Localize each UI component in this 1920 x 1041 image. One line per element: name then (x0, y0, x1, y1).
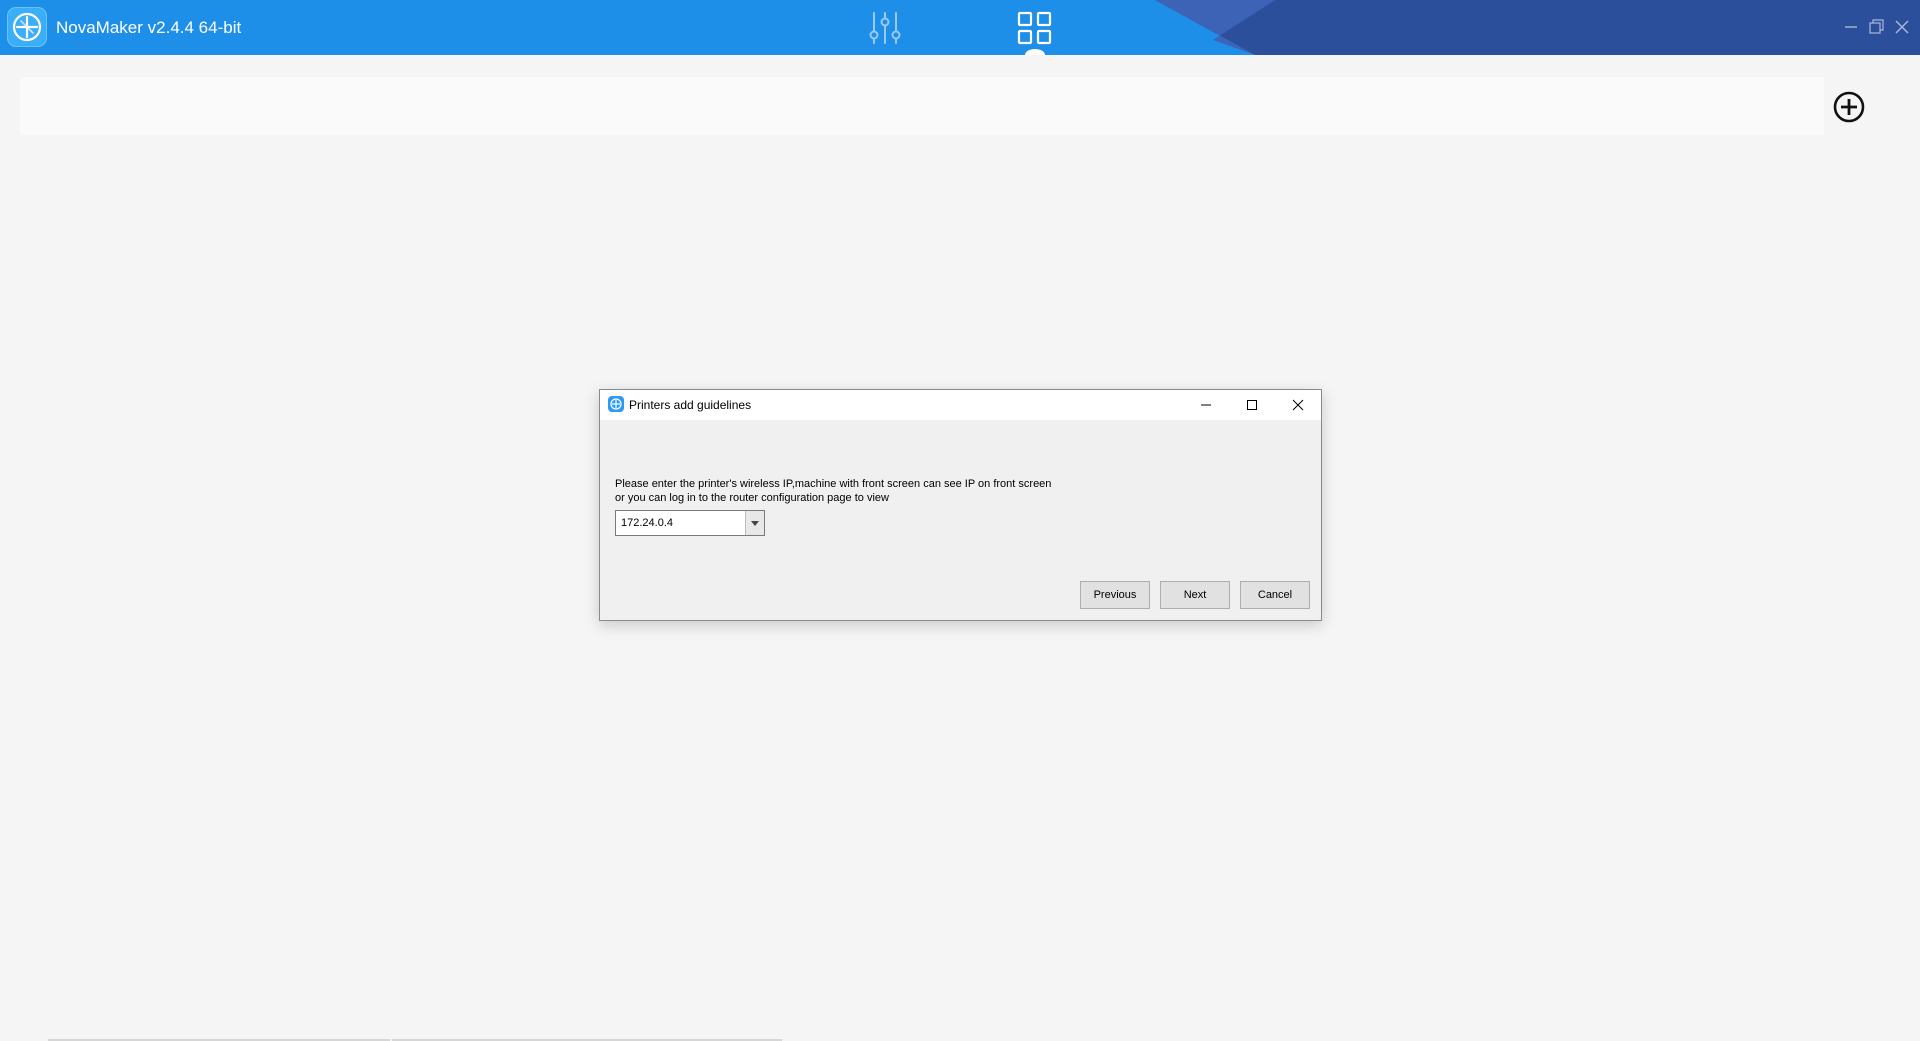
app-title: NovaMaker v2.4.4 64-bit (56, 18, 242, 37)
close-icon[interactable] (1275, 390, 1321, 420)
previous-button[interactable]: Previous (1080, 581, 1150, 609)
ip-address-input[interactable] (616, 511, 746, 535)
dialog-title: Printers add guidelines (629, 398, 752, 412)
active-tab-indicator (1025, 49, 1045, 55)
chevron-down-icon[interactable] (745, 511, 764, 535)
title-bar: NovaMaker v2.4.4 64-bit (0, 0, 1920, 55)
app-logo-icon (7, 7, 47, 47)
next-button[interactable]: Next (1160, 581, 1230, 609)
maximize-icon[interactable] (1229, 390, 1275, 420)
printer-list-strip (20, 77, 1824, 135)
printer-add-dialog: Printers add guidelines Please enter the… (599, 389, 1322, 621)
dialog-title-bar: Printers add guidelines (600, 390, 1321, 420)
instruction-text: Please enter the printer's wireless IP,m… (615, 478, 1052, 490)
app-logo-icon (608, 396, 624, 412)
restore-icon[interactable] (1865, 16, 1887, 38)
grid-icon[interactable] (1015, 9, 1055, 47)
sliders-icon[interactable] (865, 9, 905, 47)
cancel-button[interactable]: Cancel (1240, 581, 1310, 609)
minimize-icon[interactable] (1183, 390, 1229, 420)
ip-address-combobox[interactable] (615, 510, 765, 536)
app-window: NovaMaker v2.4.4 64-bit Printers add gui… (0, 0, 1920, 1041)
title-bar-decoration (1155, 0, 1920, 55)
close-icon[interactable] (1891, 16, 1913, 38)
minimize-icon[interactable] (1840, 16, 1862, 38)
instruction-text: or you can log in to the router configur… (615, 492, 889, 504)
plus-circle-icon[interactable] (1832, 90, 1866, 124)
